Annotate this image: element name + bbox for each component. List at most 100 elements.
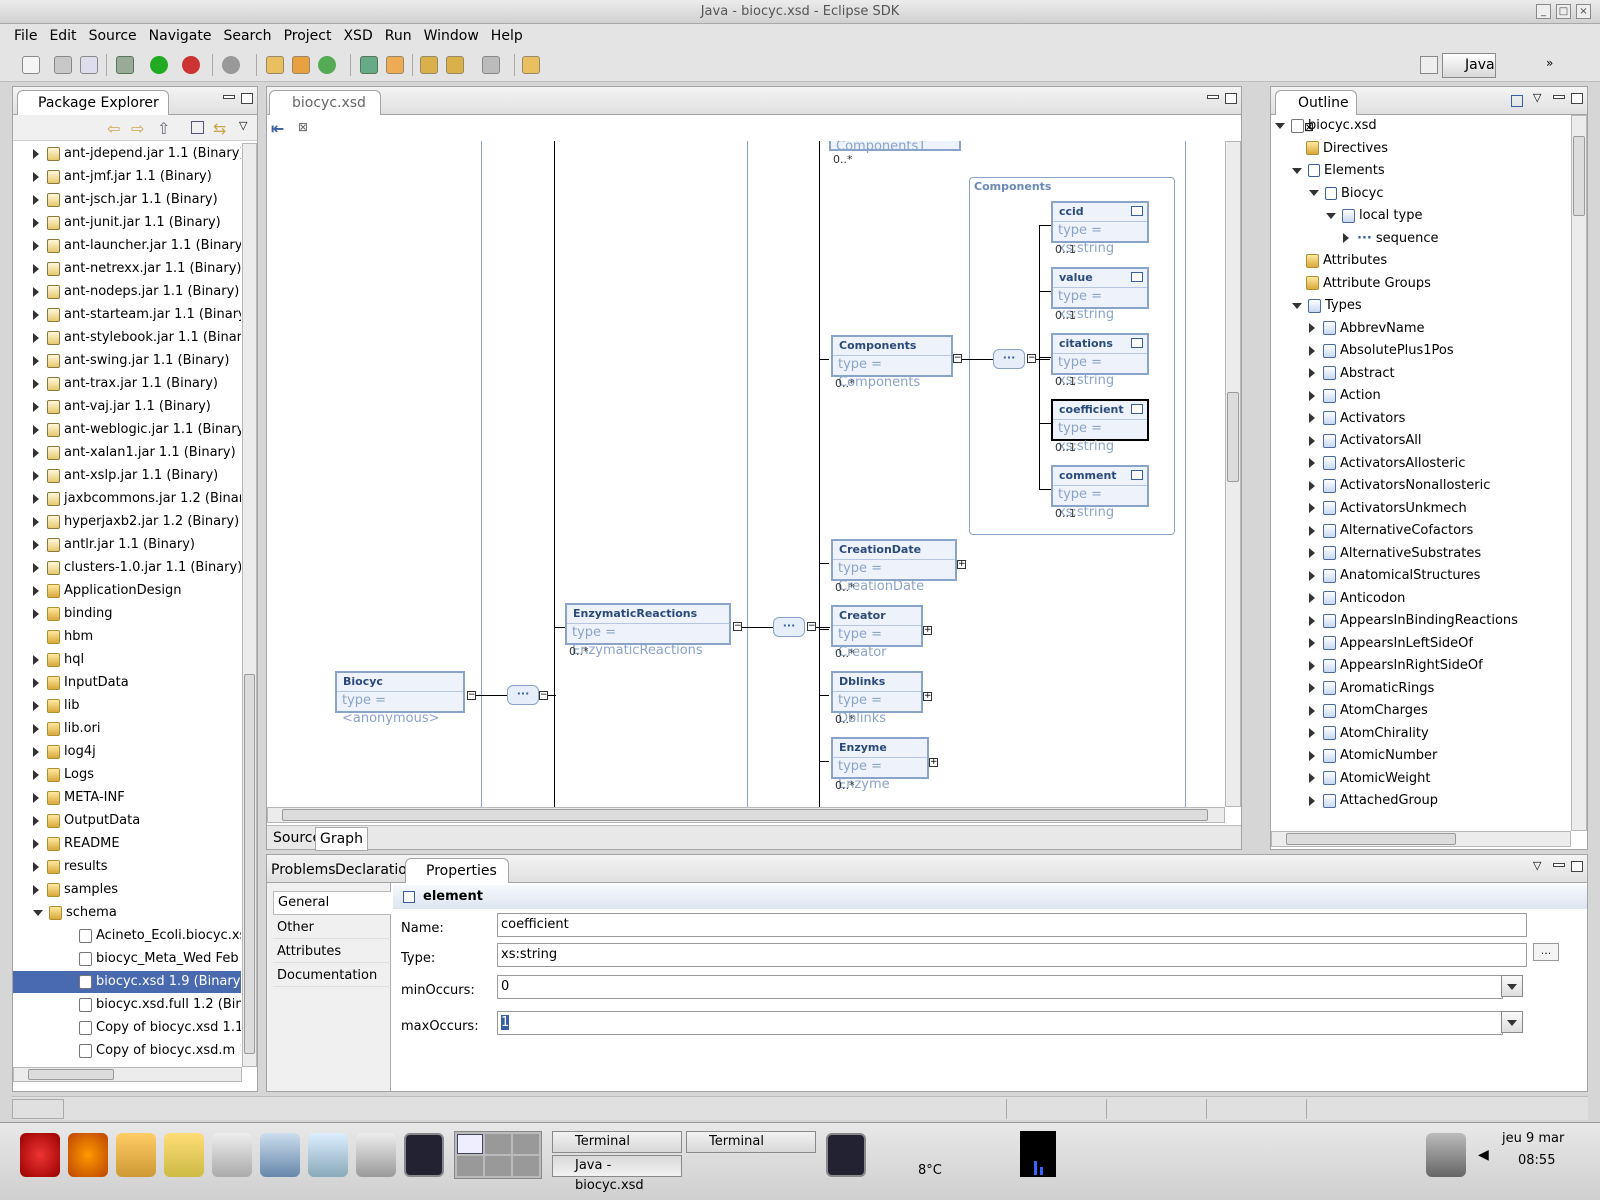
outline-item[interactable]: AtomCharges [1309, 700, 1428, 722]
outline-item[interactable]: ActivatorsUnkmech [1309, 498, 1467, 520]
menu-run[interactable]: Run [379, 24, 418, 48]
expand-arrow-icon[interactable] [33, 838, 39, 849]
maxoccurs-dropdown[interactable] [1501, 1011, 1523, 1033]
maximize-button[interactable]: □ [1556, 4, 1571, 19]
minoccurs-combo[interactable]: 0 [497, 975, 1503, 999]
properties-tab[interactable]: Properties ⊠ [405, 858, 509, 902]
graph-node-creator[interactable]: Creator type = Creator [831, 605, 923, 660]
outline-item[interactable]: AbsolutePlus1Pos [1309, 340, 1454, 362]
expand-arrow-icon[interactable] [1309, 773, 1315, 783]
expand-arrow-icon[interactable] [33, 493, 39, 504]
package-explorer-item[interactable]: OutputData [13, 810, 241, 832]
expand-arrow-icon[interactable] [33, 884, 39, 895]
pin-icon[interactable] [522, 56, 540, 74]
new-icon[interactable] [22, 56, 40, 74]
expand-arrow-icon[interactable] [1309, 593, 1315, 603]
package-explorer-item[interactable]: ant-jsch.jar 1.1 (Binary) [13, 189, 241, 211]
expand-toggle[interactable]: + [923, 692, 932, 701]
expand-arrow-icon[interactable] [33, 654, 39, 665]
new-package-icon[interactable] [292, 56, 310, 74]
search-icon[interactable] [386, 56, 404, 74]
package-explorer-tab[interactable]: Package Explorer ⊠ [17, 90, 169, 134]
package-explorer-item[interactable]: ant-xslp.jar 1.1 (Binary) [13, 465, 241, 487]
home-folder-icon[interactable] [116, 1133, 156, 1177]
open-type-icon[interactable] [360, 56, 378, 74]
expand-arrow-icon[interactable] [33, 700, 39, 711]
expand-arrow-icon[interactable] [33, 608, 39, 619]
collapse-arrow-icon[interactable] [1275, 122, 1285, 129]
name-field[interactable]: coefficient [497, 913, 1527, 937]
link-editor-icon[interactable]: ⇆ [213, 119, 226, 138]
up-icon[interactable]: ⇧ [157, 119, 170, 138]
package-explorer-item[interactable]: ant-launcher.jar 1.1 (Binary) [13, 235, 241, 257]
collapse-arrow-icon[interactable] [1309, 190, 1319, 196]
expand-arrow-icon[interactable] [33, 171, 39, 182]
expand-toggle[interactable]: + [957, 560, 966, 569]
java-perspective-button[interactable]: Java [1442, 53, 1496, 78]
maximize-view-icon[interactable] [1571, 93, 1583, 104]
terminal-tray-icon[interactable] [826, 1133, 866, 1177]
menu-edit[interactable]: Edit [43, 24, 82, 48]
collapse-arrow-icon[interactable] [1292, 302, 1302, 309]
package-explorer-item[interactable]: Copy of biocyc.xsd.m 1.1 [13, 1040, 241, 1062]
more-perspectives-icon[interactable]: » [1546, 56, 1553, 70]
expand-arrow-icon[interactable] [33, 148, 39, 159]
collapse-all-icon[interactable] [191, 121, 204, 134]
expand-arrow-icon[interactable] [33, 263, 39, 274]
package-explorer-item[interactable]: ApplicationDesign [13, 580, 241, 602]
package-explorer-item[interactable]: antlr.jar 1.1 (Binary) [13, 534, 241, 556]
package-explorer-item[interactable]: META-INF [13, 787, 241, 809]
package-explorer-item[interactable]: biocyc_Meta_Wed Feb 22 [13, 948, 241, 970]
task-terminal-2[interactable]: Terminal [686, 1131, 816, 1153]
outline-item[interactable]: AppearsInBindingReactions [1309, 610, 1518, 632]
fast-view-bar[interactable] [12, 1099, 64, 1119]
attributes-tab[interactable]: Attributes [273, 941, 391, 963]
back-arrow-icon[interactable]: ⇦ [107, 119, 120, 138]
minimize-view-icon[interactable] [223, 95, 235, 99]
outline-item[interactable]: AtomicNumber [1309, 745, 1437, 767]
collapse-toggle[interactable]: − [1027, 354, 1036, 363]
forward-arrow-icon[interactable]: ⇨ [131, 119, 144, 138]
graph-node-comment[interactable]: comment type = xs:string [1051, 465, 1149, 520]
package-explorer-item[interactable]: hbm [13, 626, 241, 648]
editor-tab-biocyc[interactable]: biocyc.xsd ⊠ [269, 90, 381, 134]
outline-item[interactable]: AtomChirality [1309, 723, 1429, 745]
chart-app-icon[interactable] [308, 1133, 348, 1177]
expand-arrow-icon[interactable] [33, 424, 39, 435]
collapse-toggle[interactable]: − [733, 622, 742, 631]
outline-item[interactable]: AppearsInLeftSideOf [1309, 633, 1473, 655]
maximize-view-icon[interactable] [241, 93, 253, 104]
expand-toggle[interactable]: + [929, 758, 938, 767]
package-explorer-item[interactable]: ant-swing.jar 1.1 (Binary) [13, 350, 241, 372]
other-tab[interactable]: Other [273, 917, 391, 939]
outline-item[interactable]: Attribute Groups [1292, 273, 1431, 295]
expand-toggle[interactable]: + [923, 626, 932, 635]
collapse-all-icon[interactable] [1511, 95, 1523, 107]
collapse-toggle[interactable]: − [539, 691, 548, 700]
outline-item[interactable]: AnatomicalStructures [1309, 565, 1480, 587]
outline-item[interactable]: ··· sequence [1343, 228, 1438, 250]
graph-tab[interactable]: Graph [315, 827, 368, 851]
outline-item[interactable]: ActivatorsAllosteric [1309, 453, 1465, 475]
package-explorer-item[interactable]: ant-jdepend.jar 1.1 (Binary) [13, 143, 241, 165]
graph-node-creationdate[interactable]: CreationDate type = CreationDate [831, 539, 957, 594]
expand-arrow-icon[interactable] [1309, 525, 1315, 536]
package-explorer-item[interactable]: ant-xalan1.jar 1.1 (Binary) [13, 442, 241, 464]
maximize-view-icon[interactable] [1571, 861, 1583, 872]
graph-node-dblinks[interactable]: Dblinks type = Dblinks [831, 671, 923, 726]
package-explorer-item[interactable]: Copy of biocyc.xsd 1.1 (A [13, 1017, 241, 1039]
debug-icon[interactable] [116, 56, 134, 74]
coverage-icon[interactable] [222, 56, 240, 74]
last-edit-icon[interactable] [420, 56, 438, 74]
outline-item[interactable]: Activators [1309, 408, 1405, 430]
package-explorer-item[interactable]: clusters-1.0.jar 1.1 (Binary) [13, 557, 241, 579]
expand-arrow-icon[interactable] [33, 309, 39, 320]
package-explorer-item[interactable]: biocyc.xsd.full 1.2 (Binar [13, 994, 241, 1016]
run-icon[interactable] [150, 56, 168, 74]
open-perspective-icon[interactable] [1420, 56, 1438, 74]
expand-arrow-icon[interactable] [33, 332, 39, 343]
close-icon[interactable]: ⊠ [298, 120, 308, 134]
package-explorer-item[interactable]: ant-trax.jar 1.1 (Binary) [13, 373, 241, 395]
menu-file[interactable]: File [8, 24, 43, 48]
collapse-arrow-icon[interactable] [1292, 167, 1302, 174]
